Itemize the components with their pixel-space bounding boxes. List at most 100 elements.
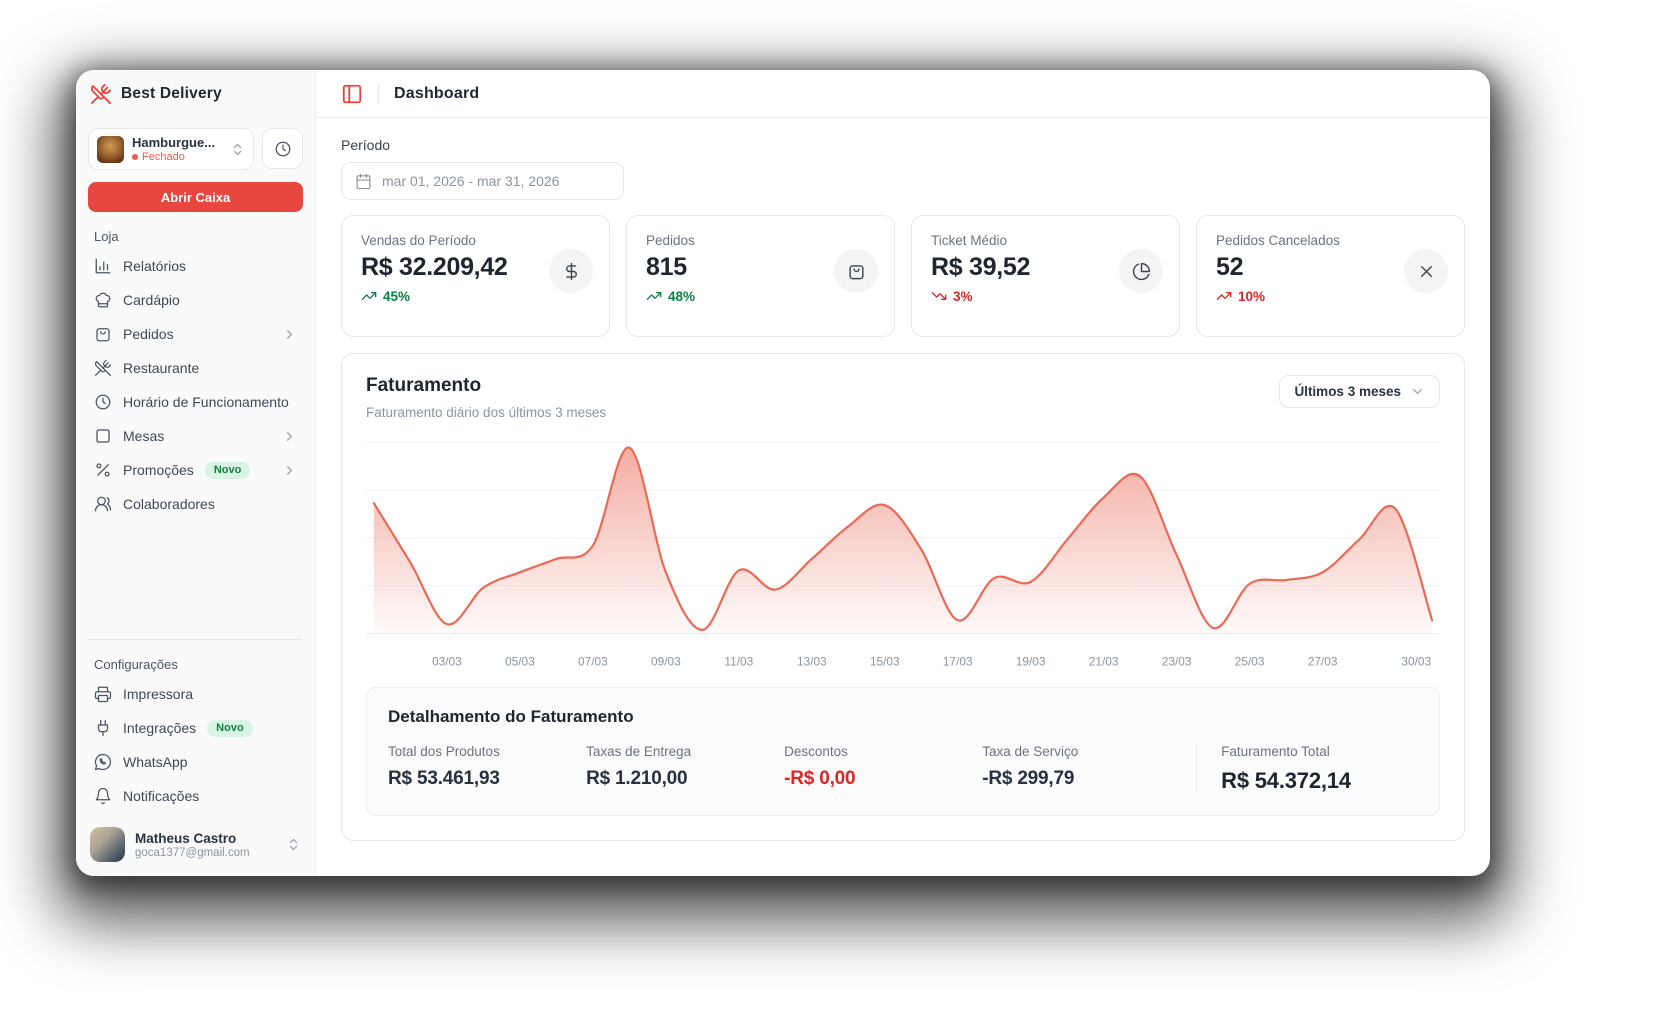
whatsapp-icon — [94, 753, 112, 771]
store-selector[interactable]: Hamburgue... Fechado — [88, 128, 254, 170]
svg-text:13/03: 13/03 — [797, 654, 827, 668]
stat-label: Pedidos — [646, 233, 875, 248]
dashboard-content: Período mar 01, 2026 - mar 31, 2026 Vend… — [316, 118, 1490, 876]
detail-item-taxas-entrega: Taxas de Entrega R$ 1.210,00 — [586, 744, 784, 794]
detail-value: R$ 53.461,93 — [388, 768, 586, 790]
detail-label: Taxas de Entrega — [586, 744, 784, 759]
main-area: Dashboard Período mar 01, 2026 - mar 31,… — [316, 70, 1490, 876]
revenue-panel: Faturamento Faturamento diário dos últim… — [341, 353, 1465, 841]
users-icon — [94, 495, 112, 513]
svg-text:03/03: 03/03 — [432, 654, 462, 668]
sidebar-item-label: Restaurante — [123, 360, 297, 376]
sidebar-item-restaurante[interactable]: Restaurante — [88, 351, 303, 385]
clock-icon — [274, 140, 292, 158]
novo-badge: Novo — [207, 720, 253, 737]
sidebar-toggle-icon[interactable] — [341, 83, 363, 105]
store-status: Fechado — [132, 151, 222, 163]
stat-trend: 3% — [931, 288, 1160, 304]
detail-title: Detalhamento do Faturamento — [388, 707, 1418, 727]
sidebar-item-horario[interactable]: Horário de Funcionamento — [88, 385, 303, 419]
utensils-crossed-logo-icon — [90, 83, 112, 105]
sidebar-item-label: Mesas — [123, 428, 271, 444]
trending-down-icon — [931, 288, 947, 304]
chevrons-up-down-icon — [230, 142, 245, 157]
svg-text:21/03: 21/03 — [1089, 654, 1119, 668]
stat-card-pedidos: Pedidos 815 48% — [626, 215, 895, 337]
stat-icon-circle — [549, 249, 593, 293]
section-label-loja: Loja — [94, 229, 297, 244]
page-title: Dashboard — [394, 85, 479, 103]
app-window: Best Delivery Hamburgue... Fechado — [76, 70, 1490, 876]
store-meta: Hamburgue... Fechado — [132, 135, 222, 163]
sidebar-item-notificacoes[interactable]: Notificações — [88, 779, 303, 813]
status-dot-icon — [132, 154, 138, 160]
detail-item-faturamento-total: Faturamento Total R$ 54.372,14 — [1196, 744, 1418, 794]
sidebar-item-pedidos[interactable]: Pedidos — [88, 317, 303, 351]
bell-icon — [94, 787, 112, 805]
chevron-down-icon — [1410, 384, 1425, 399]
chevron-right-icon — [282, 429, 297, 444]
sidebar-item-label: Promoções — [123, 462, 194, 478]
chevrons-up-down-icon — [286, 837, 301, 852]
novo-badge: Novo — [205, 462, 251, 479]
period-label: Período — [341, 137, 1465, 153]
svg-text:15/03: 15/03 — [870, 654, 900, 668]
stat-card-vendas: Vendas do Período R$ 32.209,42 45% — [341, 215, 610, 337]
brand-name: Best Delivery — [121, 85, 222, 103]
sidebar-item-colaboradores[interactable]: Colaboradores — [88, 487, 303, 521]
detail-label: Faturamento Total — [1221, 744, 1418, 759]
stat-trend-value: 45% — [383, 289, 410, 304]
detail-value: R$ 1.210,00 — [586, 768, 784, 790]
svg-text:30/03: 30/03 — [1401, 654, 1431, 668]
date-range-input[interactable]: mar 01, 2026 - mar 31, 2026 — [341, 162, 624, 200]
svg-text:09/03: 09/03 — [651, 654, 681, 668]
revenue-title: Faturamento — [366, 375, 606, 397]
brand: Best Delivery — [88, 70, 303, 118]
sidebar-item-label: Notificações — [123, 788, 297, 804]
chevron-right-icon — [282, 327, 297, 342]
sidebar-item-label: Impressora — [123, 686, 297, 702]
store-name: Hamburgue... — [132, 135, 222, 150]
date-range-value: mar 01, 2026 - mar 31, 2026 — [382, 173, 559, 189]
range-selector-button[interactable]: Últimos 3 meses — [1279, 375, 1440, 408]
sidebar-spacer — [88, 521, 303, 633]
stat-label: Pedidos Cancelados — [1216, 233, 1445, 248]
percent-icon — [94, 461, 112, 479]
divider — [378, 84, 379, 104]
sidebar-item-promocoes[interactable]: Promoções Novo — [88, 453, 303, 487]
sidebar-item-cardapio[interactable]: Cardápio — [88, 283, 303, 317]
sidebar-item-impressora[interactable]: Impressora — [88, 677, 303, 711]
clock-icon — [94, 393, 112, 411]
chef-hat-icon — [94, 291, 112, 309]
detail-item-taxa-servico: Taxa de Serviço -R$ 299,79 — [982, 744, 1196, 794]
user-meta: Matheus Castro goca1377@gmail.com — [135, 831, 276, 859]
store-status-label: Fechado — [142, 151, 185, 163]
pie-chart-icon — [1132, 262, 1151, 281]
stat-trend-value: 48% — [668, 289, 695, 304]
opening-hours-button[interactable] — [262, 128, 303, 169]
abrir-caixa-button[interactable]: Abrir Caixa — [88, 182, 303, 212]
sidebar-item-mesas[interactable]: Mesas — [88, 419, 303, 453]
revenue-detail-box: Detalhamento do Faturamento Total dos Pr… — [366, 687, 1440, 816]
stat-card-ticket-medio: Ticket Médio R$ 39,52 3% — [911, 215, 1180, 337]
trending-up-icon — [1216, 288, 1232, 304]
detail-value: -R$ 299,79 — [982, 768, 1196, 790]
x-icon — [1417, 262, 1436, 281]
dollar-icon — [562, 262, 581, 281]
range-selector-value: Últimos 3 meses — [1294, 384, 1401, 399]
sidebar-divider — [88, 639, 303, 640]
sidebar-item-label: Horário de Funcionamento — [123, 394, 297, 410]
sidebar-item-integracoes[interactable]: Integrações Novo — [88, 711, 303, 745]
detail-value: -R$ 0,00 — [784, 768, 982, 790]
sidebar-item-relatorios[interactable]: Relatórios — [88, 249, 303, 283]
detail-item-total-produtos: Total dos Produtos R$ 53.461,93 — [388, 744, 586, 794]
stat-label: Ticket Médio — [931, 233, 1160, 248]
svg-text:23/03: 23/03 — [1162, 654, 1192, 668]
user-menu[interactable]: Matheus Castro goca1377@gmail.com — [88, 825, 303, 864]
square-icon — [94, 427, 112, 445]
trending-up-icon — [361, 288, 377, 304]
detail-label: Total dos Produtos — [388, 744, 586, 759]
stat-cards: Vendas do Período R$ 32.209,42 45% — [341, 215, 1465, 337]
bar-chart-icon — [94, 257, 112, 275]
sidebar-item-whatsapp[interactable]: WhatsApp — [88, 745, 303, 779]
